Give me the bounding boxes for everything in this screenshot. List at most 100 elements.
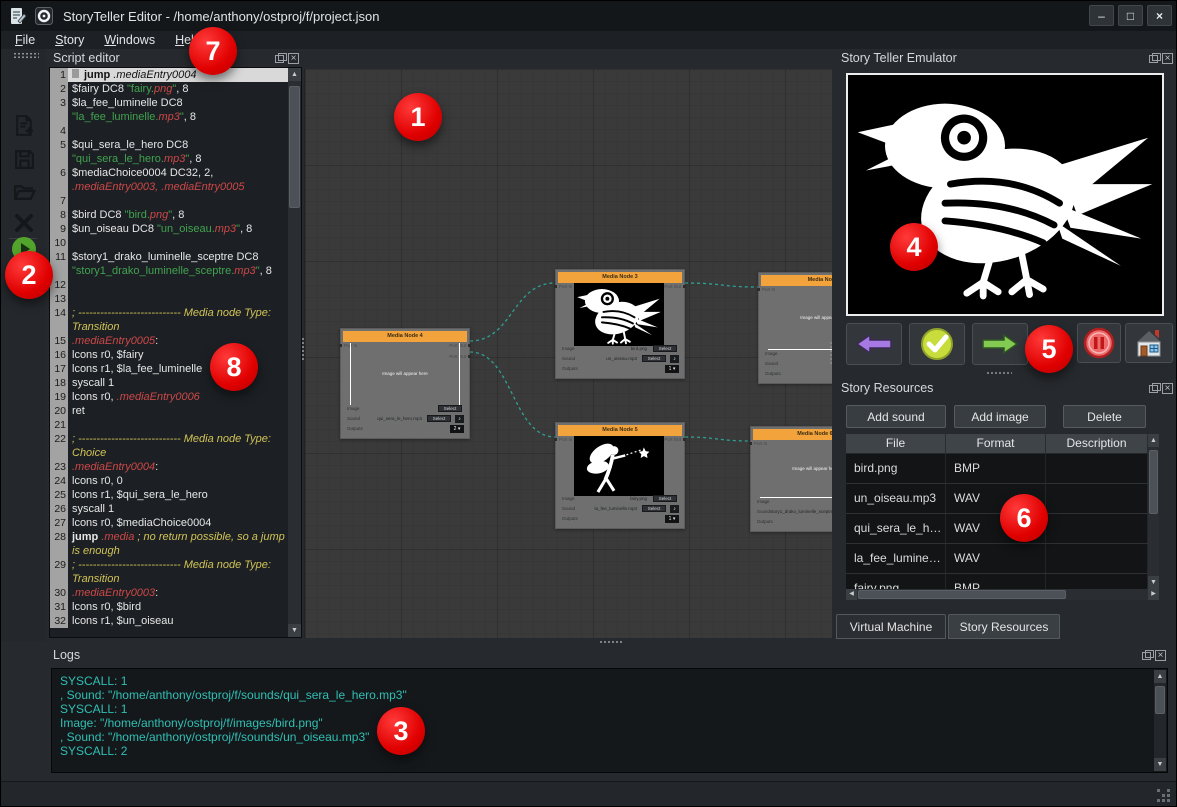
- code-line: 26syscall 1: [50, 502, 288, 516]
- scroll-down-icon[interactable]: ▼: [1148, 576, 1159, 589]
- close-panel-icon[interactable]: ×: [288, 53, 299, 64]
- node-title: Media Node 6: [753, 429, 832, 440]
- save-icon[interactable]: [10, 145, 38, 173]
- table-scrollbar[interactable]: ▲ ▼: [1148, 434, 1159, 589]
- resources-title: Story Resources: [841, 381, 933, 395]
- port-in[interactable]: Port In: [559, 284, 572, 289]
- scroll-up-icon[interactable]: ▲: [1148, 434, 1159, 447]
- scroll-right-icon[interactable]: ▶: [1148, 589, 1159, 600]
- splitter-handle[interactable]: [599, 640, 623, 644]
- splitter-handle[interactable]: [301, 337, 305, 361]
- menu-item-story[interactable]: Story: [55, 33, 84, 47]
- maximize-button[interactable]: □: [1118, 5, 1143, 26]
- minimize-button[interactable]: –: [1089, 5, 1114, 26]
- open-folder-icon[interactable]: [10, 177, 38, 205]
- code-line: 9$un_oiseau DC8 "un_oiseau.mp3", 8: [50, 222, 288, 236]
- add-image-button[interactable]: Add image: [954, 405, 1046, 428]
- toolbar-drag-handle[interactable]: [13, 52, 39, 59]
- home-button[interactable]: [1125, 323, 1173, 363]
- node-graph-canvas[interactable]: Media Node 4Port InPort OutPort OutImage…: [304, 69, 832, 638]
- close-panel-icon[interactable]: ×: [1162, 53, 1173, 64]
- float-panel-icon[interactable]: [1142, 652, 1151, 660]
- bird-thumbnail: [574, 283, 664, 346]
- logs-scrollbar[interactable]: ▲ ▼: [1154, 670, 1166, 771]
- tab-story-resources[interactable]: Story Resources: [948, 614, 1060, 639]
- emulator-screen: [846, 73, 1164, 316]
- speaker-icon[interactable]: ♪: [670, 505, 679, 513]
- forward-button[interactable]: [972, 323, 1028, 365]
- code-line: 23.mediaEntry0004:: [50, 460, 288, 474]
- scroll-down-icon[interactable]: ▼: [288, 624, 301, 637]
- scroll-down-icon[interactable]: ▼: [1154, 758, 1166, 771]
- back-button[interactable]: [846, 323, 902, 365]
- speaker-icon[interactable]: ♪: [455, 415, 464, 423]
- port-out[interactable]: Port Out: [664, 437, 681, 442]
- resize-grip[interactable]: [1157, 789, 1160, 792]
- node-title: Media Node 3: [558, 272, 682, 283]
- add-sound-button[interactable]: Add sound: [846, 405, 946, 428]
- ok-button[interactable]: [909, 323, 965, 365]
- log-line: Image: "/home/anthony/ostproj/f/images/b…: [60, 716, 1151, 730]
- table-row[interactable]: bird.pngBMP: [846, 454, 1159, 484]
- select-sound-button[interactable]: Select: [642, 355, 666, 362]
- media-node[interactable]: Media NodePort InPort OutImage will appe…: [758, 272, 832, 384]
- back-arrow-icon: [855, 333, 893, 355]
- scroll-up-icon[interactable]: ▲: [288, 68, 301, 81]
- port-out[interactable]: Port Out: [664, 284, 681, 289]
- select-sound-button[interactable]: Select: [427, 415, 451, 422]
- outputs-spinner[interactable]: 1 ▾: [665, 515, 679, 523]
- tab-virtual-machine[interactable]: Virtual Machine: [836, 614, 946, 639]
- table-row[interactable]: la_fee_lumine…WAV: [846, 544, 1159, 574]
- select-sound-button[interactable]: Select: [642, 505, 666, 512]
- select-image-button[interactable]: Select: [653, 495, 677, 502]
- code-line: 29; ---------------------------- Media n…: [50, 558, 288, 586]
- log-line: SYSCALL: 2: [60, 744, 1151, 758]
- menu-item-windows[interactable]: Windows: [104, 33, 155, 47]
- delete-button[interactable]: Delete: [1063, 405, 1146, 428]
- menu-item-file[interactable]: File: [15, 33, 35, 47]
- code-line: 27lcons r0, $mediaChoice0004: [50, 516, 288, 530]
- float-panel-icon[interactable]: [1149, 55, 1158, 63]
- close-project-icon[interactable]: [10, 209, 38, 237]
- fairy-thumbnail: [574, 436, 664, 496]
- code-line: 20ret: [50, 404, 288, 418]
- select-image-button[interactable]: Select: [438, 405, 462, 412]
- media-node[interactable]: Media Node 4Port InPort OutPort OutImage…: [340, 328, 470, 439]
- speaker-icon[interactable]: ♪: [670, 355, 679, 363]
- script-editor-title: Script editor: [53, 51, 120, 65]
- scroll-up-icon[interactable]: ▲: [1154, 670, 1166, 683]
- outputs-spinner[interactable]: 1 ▾: [665, 365, 679, 373]
- close-button[interactable]: ×: [1147, 5, 1172, 26]
- panel-drag-handle[interactable]: [986, 371, 1012, 375]
- column-header-description[interactable]: Description: [1046, 434, 1148, 454]
- emulator-title: Story Teller Emulator: [841, 51, 957, 65]
- outputs-spinner[interactable]: 2 ▾: [450, 425, 464, 433]
- port-in[interactable]: Port In: [559, 437, 572, 442]
- float-panel-icon[interactable]: [275, 55, 284, 63]
- code-line: 1jump .mediaEntry0004: [50, 68, 288, 82]
- media-node[interactable]: Media Node 6Port InPort OutImage will ap…: [750, 426, 832, 532]
- forward-arrow-icon: [981, 333, 1019, 355]
- table-row[interactable]: fairy.pngBMP: [846, 574, 1159, 589]
- code-line: 28jump .media ; no return possible, so a…: [50, 530, 288, 558]
- annotation-badge-1: 1: [394, 93, 442, 141]
- column-header-format[interactable]: Format: [946, 434, 1046, 454]
- close-panel-icon[interactable]: ×: [1162, 383, 1173, 394]
- code-editor[interactable]: 1jump .mediaEntry00042$fairy DC8 "fairy.…: [49, 67, 302, 638]
- close-panel-icon[interactable]: ×: [1155, 650, 1166, 661]
- splitter-handle[interactable]: [829, 341, 833, 365]
- media-node[interactable]: Media Node 5Port InPort OutImagefairy.pn…: [555, 422, 685, 529]
- float-panel-icon[interactable]: [1149, 385, 1158, 393]
- new-file-icon[interactable]: [10, 111, 38, 139]
- column-header-file[interactable]: File: [846, 434, 946, 454]
- pause-button[interactable]: [1077, 323, 1121, 363]
- annotation-badge-2: 2: [5, 251, 53, 299]
- node-title: Media Node 4: [343, 331, 467, 342]
- editor-scrollbar[interactable]: ▲ ▼: [288, 68, 301, 637]
- window-title: StoryTeller Editor - /home/anthony/ostpr…: [63, 9, 379, 24]
- select-image-button[interactable]: Select: [653, 345, 677, 352]
- table-hscrollbar[interactable]: ◀ ▶: [846, 589, 1159, 600]
- media-node[interactable]: Media Node 3Port InPort OutImagebird.png…: [555, 269, 685, 379]
- bird-image: [855, 85, 1155, 305]
- scroll-left-icon[interactable]: ◀: [846, 589, 857, 600]
